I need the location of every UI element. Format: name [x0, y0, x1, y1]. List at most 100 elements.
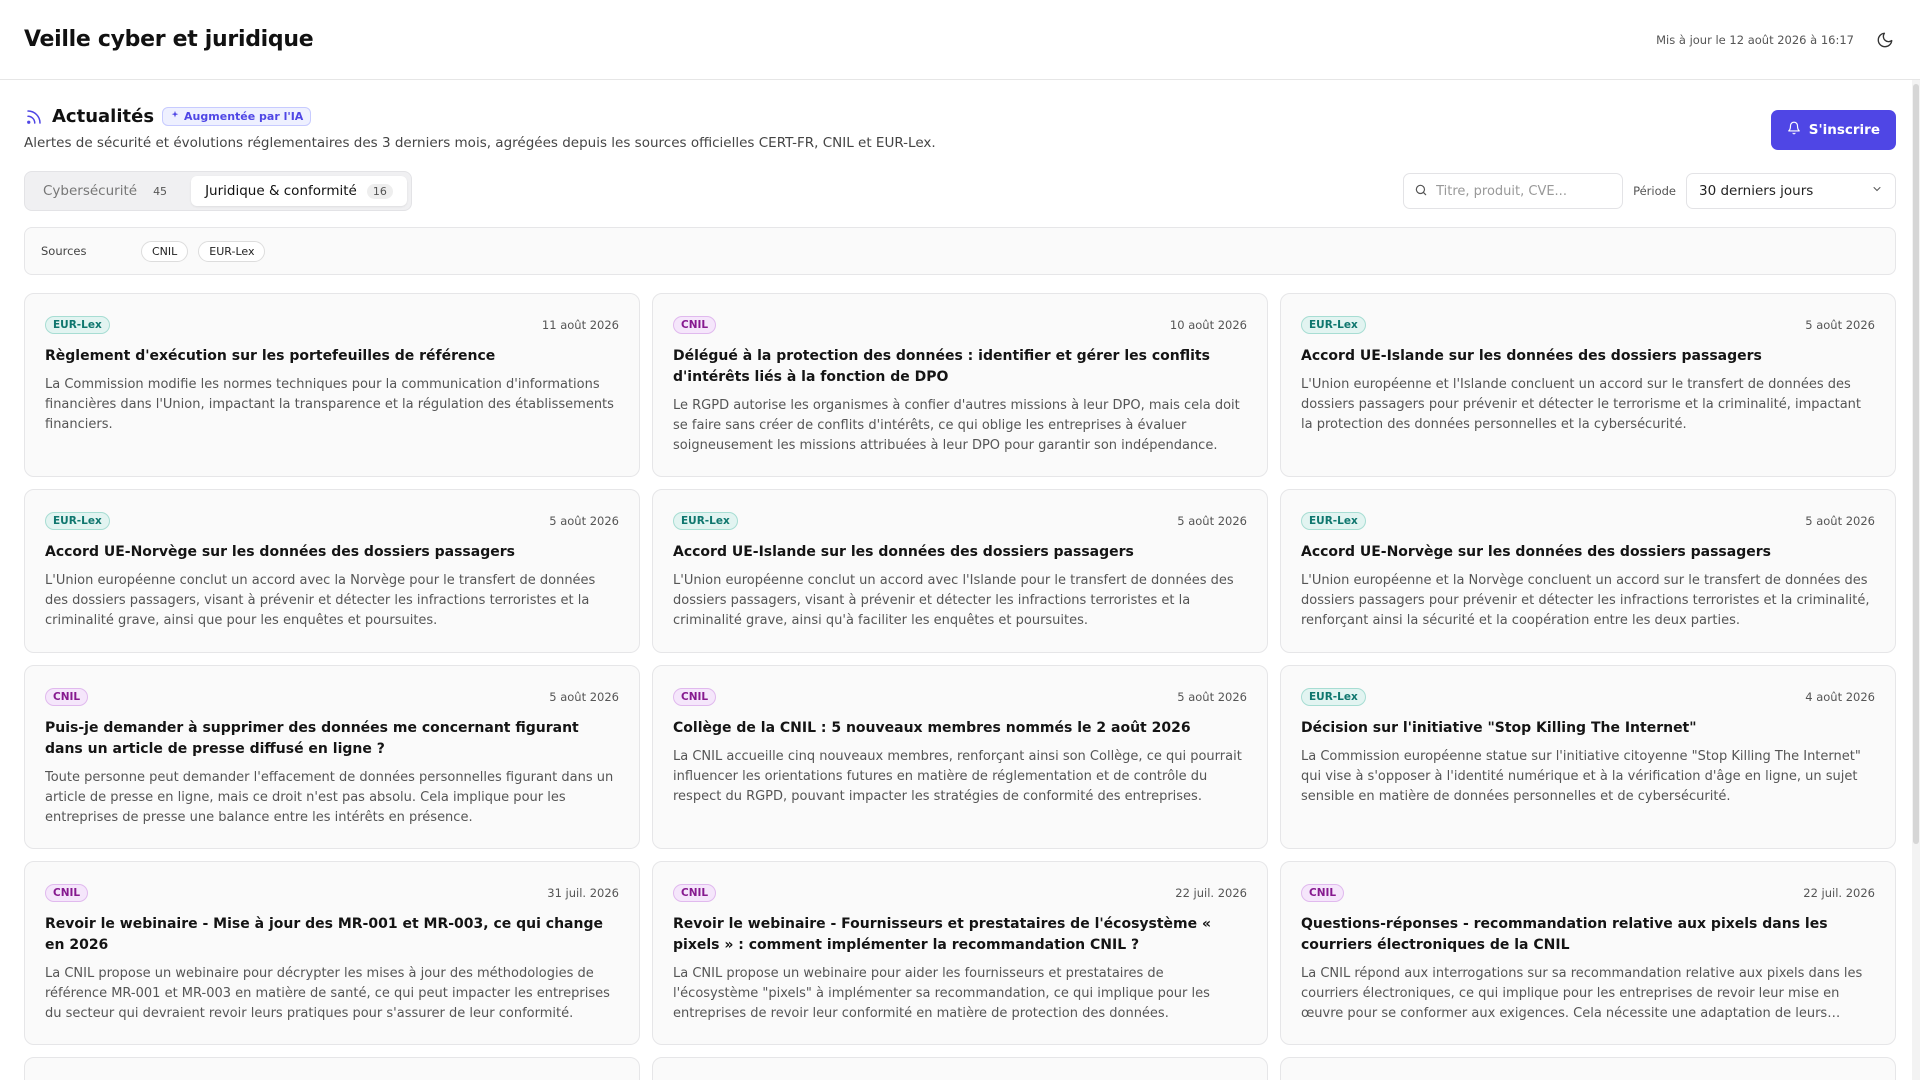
tab-count: 16 [366, 183, 393, 199]
sparkles-icon [170, 110, 180, 123]
source-badge: EUR-Lex [1301, 316, 1366, 334]
card-date: 22 juil. 2026 [1803, 886, 1875, 900]
source-badge: CNIL [673, 884, 717, 902]
card-title: Règlement d'exécution sur les portefeuil… [45, 348, 496, 364]
card-title: Délégué à la protection des données : id… [673, 348, 1210, 385]
source-badge: CNIL [673, 688, 717, 706]
news-grid: EUR-Lex 11 août 2026 Règlement d'exécutio… [24, 293, 1896, 1080]
card-title: Collège de la CNIL : 5 nouveaux membres … [673, 720, 1191, 736]
card-summary: La CNIL propose un webinaire pour décryp… [45, 966, 610, 1021]
last-updated: Mis à jour le 12 août 2026 à 16:17 [1656, 32, 1854, 47]
card-title: Questions-réponses - recommandation rela… [1301, 916, 1828, 953]
source-badge: EUR-Lex [1301, 512, 1366, 530]
sources-filter: Sources CNIL EUR-Lex [24, 227, 1896, 275]
tab-count: 45 [153, 184, 168, 198]
card-summary: La CNIL répond aux interrogations sur sa… [1301, 966, 1863, 1021]
tab-label: Cybersécurité [43, 183, 138, 199]
source-badge: EUR-Lex [673, 512, 738, 530]
ai-badge: Augmentée par l'IA [162, 107, 312, 126]
card-title: Accord UE-Islande sur les données des do… [673, 544, 1134, 560]
news-card[interactable]: CNIL 5 août 2026 Collège de la CNIL : 5 n… [652, 665, 1268, 849]
subscribe-button[interactable]: S'inscrire [1770, 110, 1896, 150]
card-date: 5 août 2026 [1177, 514, 1247, 528]
moon-icon[interactable] [1874, 29, 1896, 51]
news-card[interactable]: EUR-Lex 5 août 2026 Accord UE-Islande sur… [652, 489, 1268, 653]
card-summary: Toute personne peut demander l'effacemen… [45, 770, 614, 825]
card-title: Revoir le webinaire - Fournisseurs et pr… [673, 916, 1212, 953]
card-date: 5 août 2026 [1805, 318, 1875, 332]
news-card[interactable]: EUR-Lex 11 août 2026 Règlement d'exécutio… [24, 293, 640, 477]
card-summary: La CNIL accueille cinq nouveaux membres,… [673, 749, 1242, 804]
source-chip-cnil[interactable]: CNIL [141, 240, 189, 262]
news-card[interactable] [1280, 1057, 1896, 1080]
card-summary: La Commission européenne statue sur l'in… [1301, 749, 1861, 804]
card-summary: La CNIL propose un webinaire pour aider … [673, 966, 1210, 1021]
section-subtitle: Alertes de sécurité et évolutions réglem… [24, 135, 936, 151]
news-card[interactable]: EUR-Lex 5 août 2026 Accord UE-Norvège sur… [1280, 489, 1896, 653]
source-badge: CNIL [45, 884, 89, 902]
news-card[interactable]: EUR-Lex 4 août 2026 Décision sur l'initia… [1280, 665, 1896, 849]
period-value: 30 derniers jours [1699, 183, 1814, 199]
card-summary: La Commission modifie les normes techniq… [45, 377, 614, 432]
search-input[interactable] [1436, 183, 1613, 199]
news-card[interactable]: CNIL 22 juil. 2026 Questions-réponses - r… [1280, 861, 1896, 1045]
card-date: 4 août 2026 [1805, 690, 1875, 704]
card-summary: Le RGPD autorise les organismes à confie… [673, 398, 1240, 453]
tab-juridique-conformite[interactable]: Juridique & conformité 16 [191, 176, 407, 206]
news-card[interactable]: EUR-Lex 5 août 2026 Accord UE-Norvège sur… [24, 489, 640, 653]
rss-icon [24, 107, 44, 127]
card-summary: L'Union européenne et l'Islande concluen… [1301, 377, 1862, 432]
ai-badge-label: Augmentée par l'IA [184, 110, 304, 123]
period-label: Période [1633, 184, 1676, 198]
source-badge: CNIL [45, 688, 89, 706]
controls-row: Cybersécurité 45 Juridique & conformité … [24, 171, 1896, 211]
top-bar: Veille cyber et juridique Mis à jour le … [0, 0, 1920, 80]
app-title: Veille cyber et juridique [24, 27, 314, 52]
card-title: Accord UE-Norvège sur les données des do… [1301, 544, 1771, 560]
card-title: Accord UE-Norvège sur les données des do… [45, 544, 515, 560]
card-summary: L'Union européenne conclut un accord ave… [673, 573, 1234, 628]
card-summary: L'Union européenne et la Norvège conclue… [1301, 573, 1870, 628]
search-icon [1414, 182, 1428, 201]
sources-label: Sources [41, 244, 87, 258]
chevron-down-icon [1871, 183, 1883, 199]
source-badge: EUR-Lex [45, 512, 110, 530]
news-card[interactable] [24, 1057, 640, 1080]
news-card[interactable]: CNIL 5 août 2026 Puis-je demander à suppr… [24, 665, 640, 849]
section-title: Actualités [52, 106, 155, 127]
subscribe-label: S'inscrire [1808, 122, 1880, 138]
filters: Période 30 derniers jours [1403, 173, 1896, 209]
tab-label: Juridique & conformité [205, 183, 357, 199]
news-card[interactable]: CNIL 31 juil. 2026 Revoir le webinaire - … [24, 861, 640, 1045]
card-date: 31 juil. 2026 [547, 886, 619, 900]
card-date: 11 août 2026 [541, 318, 619, 332]
card-date: 5 août 2026 [1805, 514, 1875, 528]
top-bar-right: Mis à jour le 12 août 2026 à 16:17 [1656, 29, 1896, 51]
news-card[interactable]: EUR-Lex 5 août 2026 Accord UE-Islande sur… [1280, 293, 1896, 477]
source-badge: CNIL [1301, 884, 1345, 902]
period-select[interactable]: 30 derniers jours [1686, 173, 1896, 209]
card-title: Puis-je demander à supprimer des données… [45, 720, 579, 757]
card-date: 5 août 2026 [549, 690, 619, 704]
category-tabs: Cybersécurité 45 Juridique & conformité … [24, 171, 412, 211]
main-content: Actualités Augmentée par l'IA Alertes de… [0, 80, 1920, 1080]
card-title: Accord UE-Islande sur les données des do… [1301, 348, 1762, 364]
card-date: 5 août 2026 [549, 514, 619, 528]
card-date: 10 août 2026 [1169, 318, 1247, 332]
card-date: 5 août 2026 [1177, 690, 1247, 704]
news-card[interactable]: CNIL 22 juil. 2026 Revoir le webinaire - … [652, 861, 1268, 1045]
search-box [1403, 173, 1624, 209]
source-chip-eurlex[interactable]: EUR-Lex [198, 240, 266, 262]
tab-cybersecurite[interactable]: Cybersécurité 45 [29, 176, 187, 206]
scrollbar-thumb[interactable] [1913, 84, 1919, 844]
news-card[interactable]: CNIL 10 août 2026 Délégué à la protection… [652, 293, 1268, 477]
card-summary: L'Union européenne conclut un accord ave… [45, 573, 596, 628]
source-badge: CNIL [673, 316, 717, 334]
source-badge: EUR-Lex [1301, 688, 1366, 706]
section-header: Actualités Augmentée par l'IA Alertes de… [24, 106, 1896, 151]
card-date: 22 juil. 2026 [1175, 886, 1247, 900]
source-badge: EUR-Lex [45, 316, 110, 334]
card-title: Revoir le webinaire - Mise à jour des MR… [45, 916, 603, 953]
news-card[interactable] [652, 1057, 1268, 1080]
card-title: Décision sur l'initiative "Stop Killing … [1301, 720, 1697, 736]
